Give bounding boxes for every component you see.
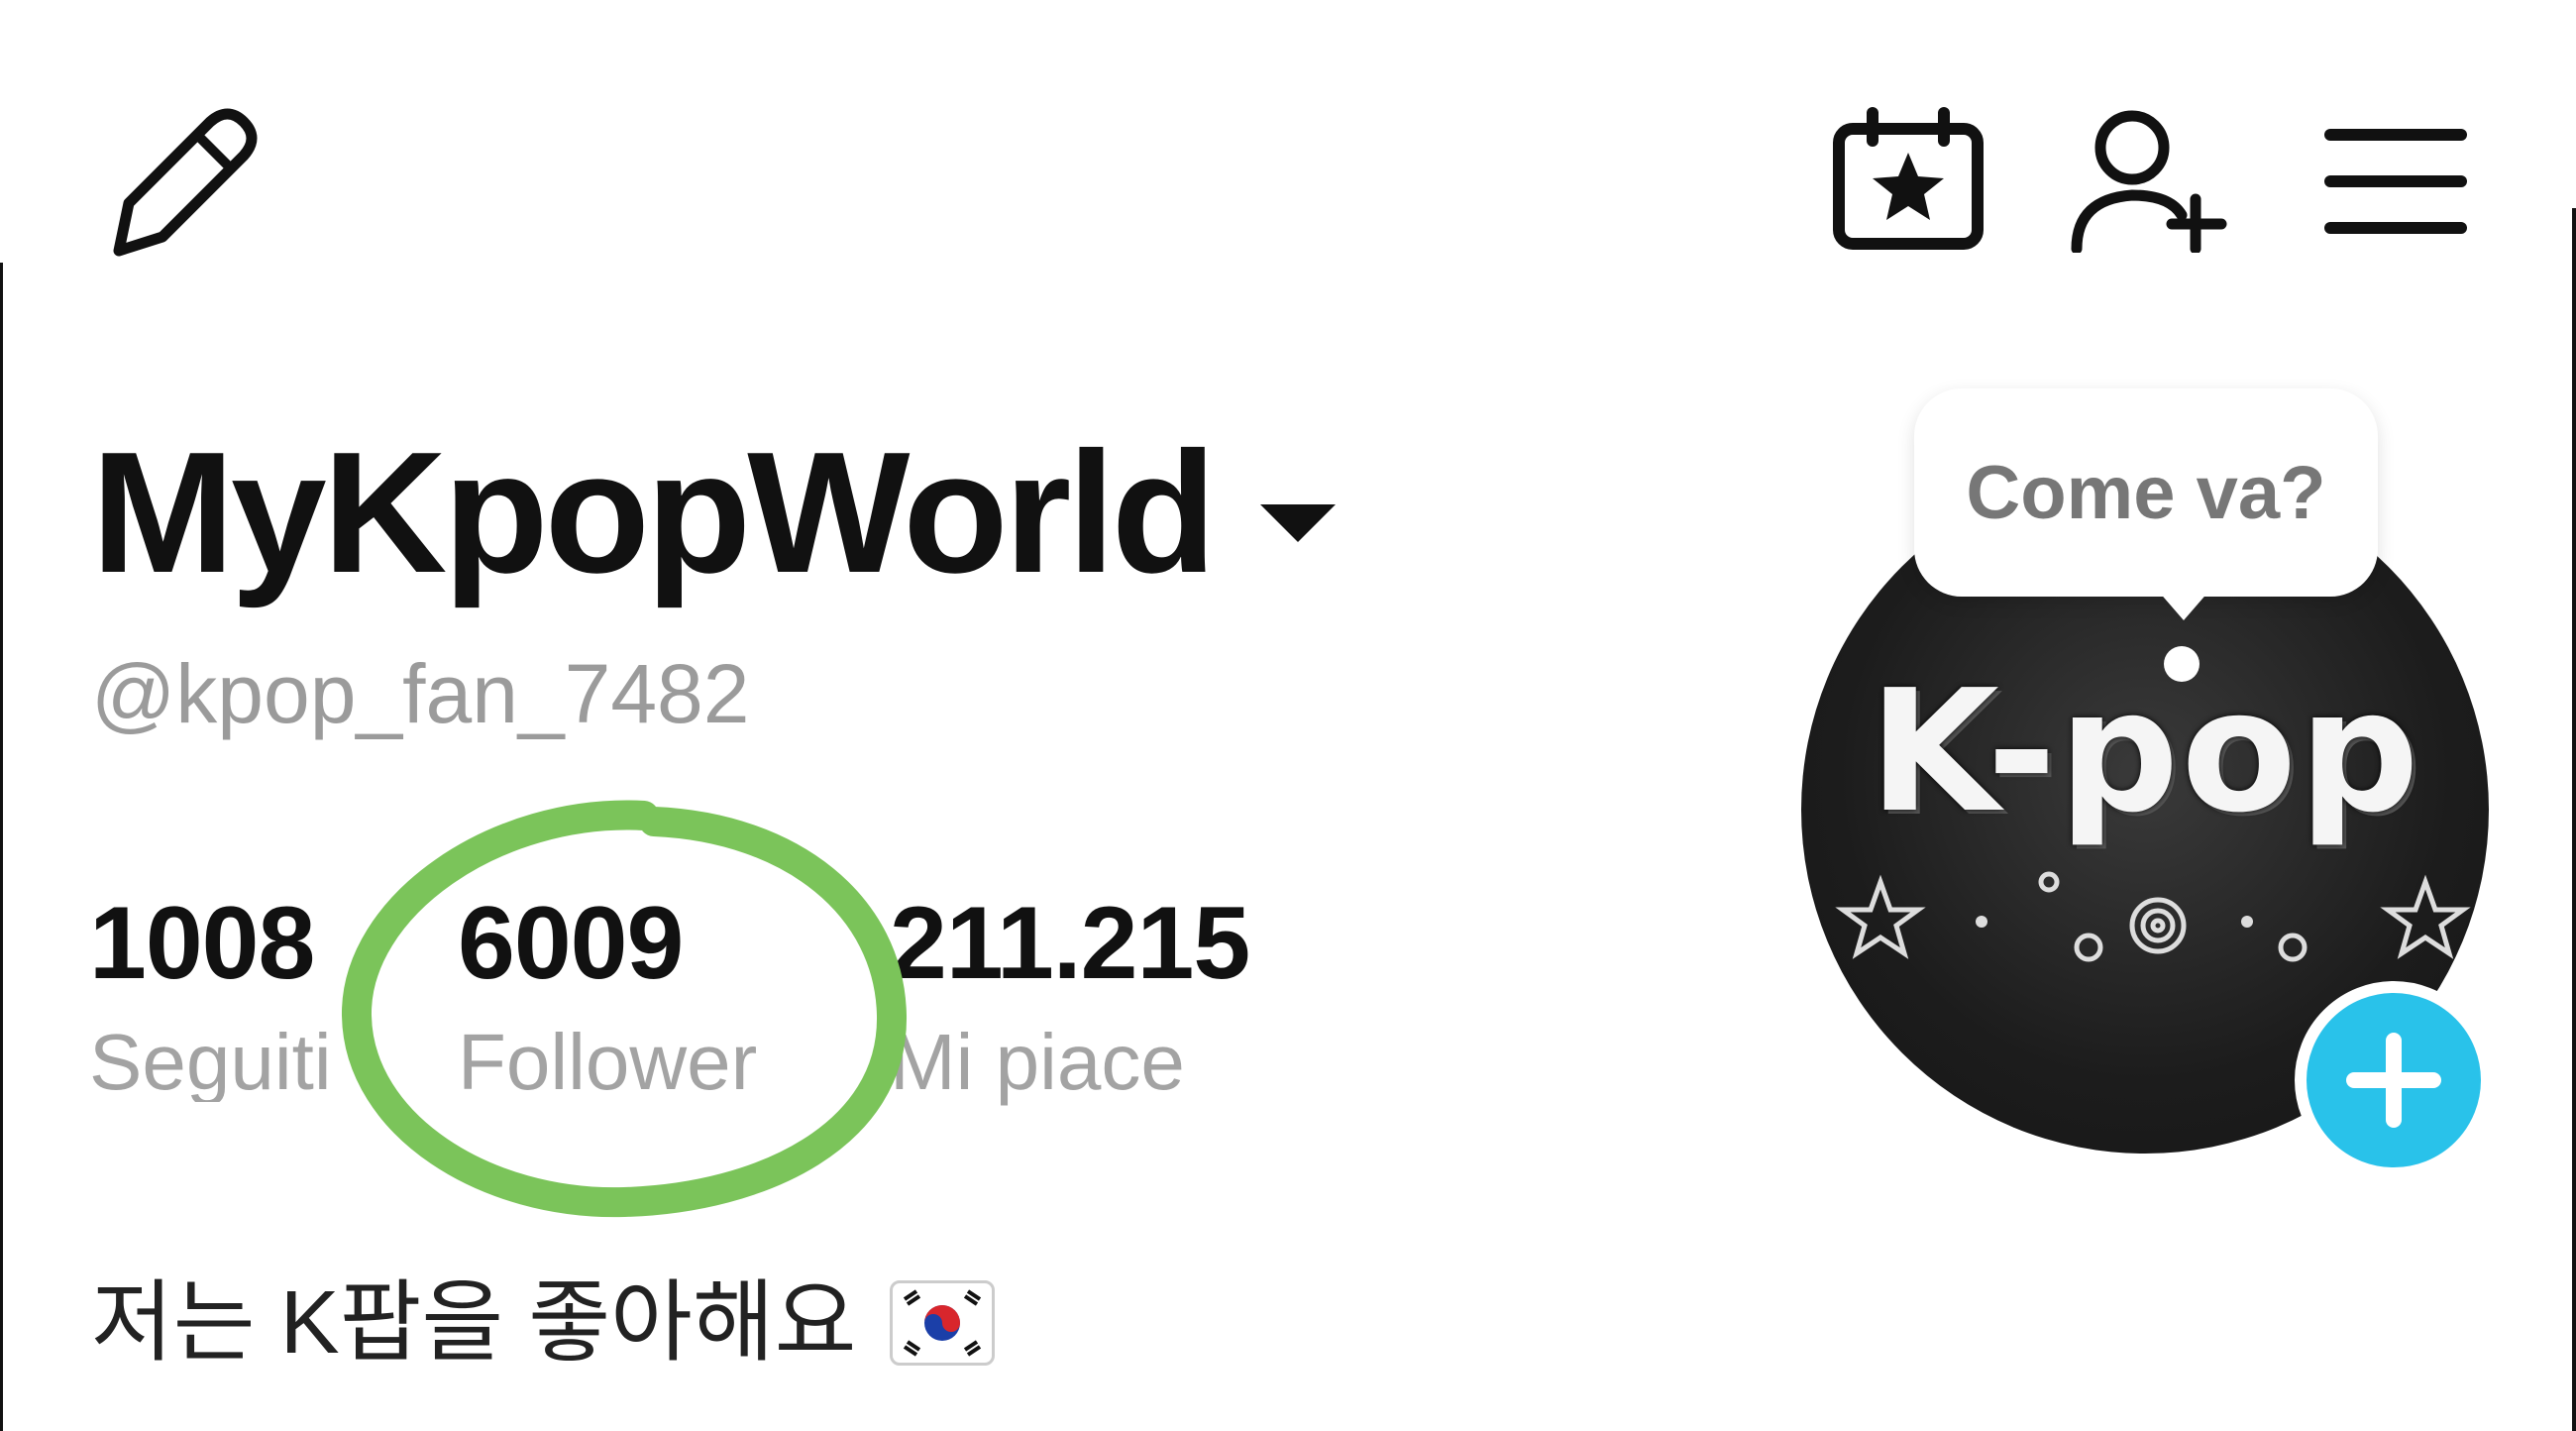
bio-text: 저는 K팝을 좋아해요	[91, 1273, 857, 1373]
account-switcher[interactable]: MyKpopWorld	[91, 426, 1336, 599]
status-bubble[interactable]: Come va?	[1914, 388, 2378, 597]
following-stat[interactable]: 1008 Seguiti	[89, 892, 337, 1102]
plus-icon	[2346, 1033, 2441, 1128]
add-story-button[interactable]	[2295, 981, 2493, 1179]
menu-icon[interactable]	[2324, 127, 2467, 236]
likes-count: 211.215	[890, 886, 1250, 1001]
user-handle: @kpop_fan_7482	[91, 647, 750, 740]
likes-stat[interactable]: 211.215 Mi piace	[890, 886, 1250, 1106]
screen-edge-right	[2572, 208, 2576, 1431]
likes-label: Mi piace	[890, 1018, 1185, 1106]
following-count: 1008	[89, 892, 315, 1001]
highlight-circle-annotation	[327, 798, 921, 1229]
profile-bio: 저는 K팝을 좋아해요	[91, 1273, 996, 1373]
screen-edge-left	[0, 263, 3, 1431]
display-name: MyKpopWorld	[91, 415, 1217, 608]
pencil-icon[interactable]	[99, 104, 268, 263]
korea-flag-icon	[890, 1280, 996, 1366]
chevron-down-icon	[1259, 504, 1336, 542]
add-friend-icon[interactable]	[2071, 104, 2235, 253]
status-bubble-tail	[2158, 591, 2209, 620]
following-label: Seguiti	[89, 1018, 332, 1102]
status-bubble-dot	[2164, 646, 2200, 682]
calendar-star-icon[interactable]	[1831, 107, 1986, 252]
